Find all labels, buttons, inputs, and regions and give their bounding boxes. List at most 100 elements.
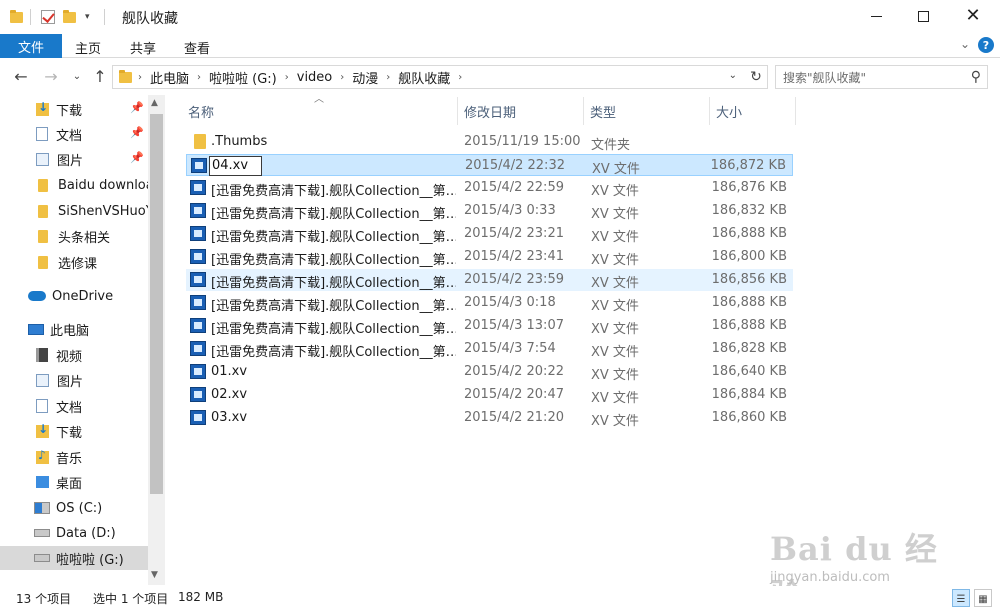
scroll-down-icon[interactable]: ▼ xyxy=(151,570,158,580)
file-row-hover[interactable]: [迅雷免费高清下载].舰队Collection__第… 2015/4/2 23:… xyxy=(186,269,793,291)
breadcrumb-video[interactable]: video xyxy=(297,70,333,85)
file-row[interactable]: [迅雷免费高清下载].舰队Collection__第… 2015/4/3 0:1… xyxy=(186,292,793,314)
file-row[interactable]: [迅雷免费高清下载].舰队Collection__第… 2015/4/2 23:… xyxy=(186,223,793,245)
forward-arrow-icon[interactable]: → xyxy=(40,67,62,86)
up-arrow-icon[interactable]: ↑ xyxy=(89,67,111,86)
sidebar-item-pc-downloads[interactable]: 下载 xyxy=(0,419,148,443)
minimize-button[interactable] xyxy=(853,0,899,32)
tab-share[interactable]: 共享 xyxy=(130,38,156,57)
column-header-date[interactable]: 修改日期 xyxy=(458,97,584,125)
item-count: 13 个项目 xyxy=(16,592,72,606)
file-type: XV 文件 xyxy=(591,207,639,222)
expand-ribbon-icon[interactable]: ⌄ xyxy=(960,37,970,51)
new-folder-icon[interactable] xyxy=(63,9,76,25)
sidebar-item-pictures[interactable]: 图片 📌 xyxy=(0,147,148,171)
sidebar-item-music[interactable]: 音乐 xyxy=(0,445,148,469)
xv-file-icon xyxy=(190,180,206,195)
sidebar-item-toutiao[interactable]: 头条相关 xyxy=(0,224,148,248)
pictures-icon xyxy=(36,152,49,166)
file-type: XV 文件 xyxy=(591,253,639,268)
file-row-selected[interactable]: 04.xv 2015/4/2 22:32 XV 文件 186,872 KB xyxy=(186,154,793,177)
file-row[interactable]: 02.xv 2015/4/2 20:47 XV 文件 186,884 KB xyxy=(186,384,793,406)
sidebar-item-this-pc[interactable]: 此电脑 xyxy=(0,317,148,341)
xv-file-icon xyxy=(190,410,206,425)
sidebar-item-label: 啦啦啦 (G:) xyxy=(56,552,124,568)
sidebar-item-videos[interactable]: 视频 xyxy=(0,343,148,367)
details-view-button[interactable]: ☰ xyxy=(952,589,970,607)
address-bar[interactable]: › 此电脑 › 啦啦啦 (G:) › video › 动漫 › 舰队收藏 › ⌄ xyxy=(112,65,768,89)
pin-icon[interactable]: 📌 xyxy=(130,126,144,139)
chevron-right-icon[interactable]: › xyxy=(285,72,289,83)
column-header-size[interactable]: 大小 xyxy=(710,97,796,125)
download-folder-icon xyxy=(36,422,49,438)
chevron-right-icon[interactable]: › xyxy=(138,72,142,83)
tab-file[interactable]: 文件 xyxy=(0,34,62,58)
pin-icon[interactable]: 📌 xyxy=(130,101,144,114)
folder-icon xyxy=(38,255,48,269)
file-date: 2015/11/19 15:00 xyxy=(464,134,581,149)
address-history-dropdown-icon[interactable]: ⌄ xyxy=(729,70,737,81)
large-icons-view-button[interactable]: ▦ xyxy=(974,589,992,607)
search-icon[interactable]: ⚲ xyxy=(971,69,981,85)
sidebar-item-pc-pictures[interactable]: 图片 xyxy=(0,368,148,392)
folder-icon xyxy=(194,134,206,149)
help-icon[interactable]: ? xyxy=(978,37,994,53)
back-arrow-icon[interactable]: ← xyxy=(10,67,32,86)
file-name: [迅雷免费高清下载].舰队Collection__第… xyxy=(211,184,456,199)
sidebar-item-downloads[interactable]: 下载 📌 xyxy=(0,97,148,121)
file-row[interactable]: [迅雷免费高清下载].舰队Collection__第… 2015/4/3 7:5… xyxy=(186,338,793,360)
sidebar-item-pc-documents[interactable]: 文档 xyxy=(0,394,148,418)
scroll-up-icon[interactable]: ▲ xyxy=(151,98,158,108)
sidebar-item-drive-g[interactable]: 啦啦啦 (G:) xyxy=(0,546,148,570)
breadcrumb-this-pc[interactable]: 此电脑 xyxy=(150,68,189,87)
baidu-jingyan-watermark: Bai du 经验 jingyan.baidu.com xyxy=(770,510,960,610)
tab-view[interactable]: 查看 xyxy=(184,38,210,57)
column-header-type[interactable]: 类型 xyxy=(584,97,710,125)
breadcrumb-drive-g[interactable]: 啦啦啦 (G:) xyxy=(209,68,277,87)
sidebar-item-drive-c[interactable]: OS (C:) xyxy=(0,496,148,520)
sidebar-item-sishen[interactable]: SiShenVSHuoY xyxy=(0,199,148,223)
scrollbar-thumb[interactable] xyxy=(150,114,163,494)
breadcrumb-current-folder[interactable]: 舰队收藏 xyxy=(398,68,450,87)
properties-check-icon[interactable] xyxy=(41,9,55,25)
pin-icon[interactable]: 📌 xyxy=(130,151,144,164)
file-row[interactable]: [迅雷免费高清下载].舰队Collection__第… 2015/4/3 13:… xyxy=(186,315,793,337)
file-row[interactable]: 01.xv 2015/4/2 20:22 XV 文件 186,640 KB xyxy=(186,361,793,383)
sidebar-scrollbar[interactable]: ▲ ▼ xyxy=(148,95,165,585)
column-header-name[interactable]: 名称 xyxy=(182,97,458,125)
file-row[interactable]: 03.xv 2015/4/2 21:20 XV 文件 186,860 KB xyxy=(186,407,793,429)
recent-locations-chevron-icon[interactable]: ⌄ xyxy=(66,71,88,82)
address-folder-icon xyxy=(119,69,132,83)
refresh-button[interactable]: ↻ xyxy=(745,65,768,89)
sidebar-item-label: 下载 xyxy=(56,103,83,119)
sidebar-item-onedrive[interactable]: OneDrive xyxy=(0,284,148,308)
chevron-right-icon[interactable]: › xyxy=(458,72,462,83)
file-row[interactable]: .Thumbs 2015/11/19 15:00 文件夹 xyxy=(186,131,793,153)
file-date: 2015/4/2 23:59 xyxy=(464,272,564,287)
sidebar-item-drive-d[interactable]: Data (D:) xyxy=(0,521,148,545)
drive-icon xyxy=(34,554,50,562)
sidebar-item-elective[interactable]: 选修课 xyxy=(0,250,148,274)
rename-input[interactable]: 04.xv xyxy=(209,156,262,176)
file-type: XV 文件 xyxy=(591,391,639,406)
sidebar-item-baidu-download[interactable]: Baidu download xyxy=(0,173,148,197)
chevron-right-icon[interactable]: › xyxy=(340,72,344,83)
chevron-right-icon[interactable]: › xyxy=(386,72,390,83)
file-row[interactable]: [迅雷免费高清下载].舰队Collection__第… 2015/4/2 23:… xyxy=(186,246,793,268)
sidebar-item-label: 选修课 xyxy=(58,256,98,272)
close-button[interactable]: ✕ xyxy=(950,0,996,32)
sidebar-item-label: 桌面 xyxy=(56,476,83,492)
file-row[interactable]: [迅雷免费高清下载].舰队Collection__第… 2015/4/2 22:… xyxy=(186,177,793,199)
xv-file-icon xyxy=(190,249,206,264)
chevron-right-icon[interactable]: › xyxy=(197,72,201,83)
sidebar-item-desktop[interactable]: 桌面 xyxy=(0,470,148,494)
file-row[interactable]: [迅雷免费高清下载].舰队Collection__第… 2015/4/3 0:3… xyxy=(186,200,793,222)
sidebar-item-label: 下载 xyxy=(56,425,83,441)
large-icons-view-icon: ▦ xyxy=(978,594,988,605)
search-input[interactable]: 搜索"舰队收藏" ⚲ xyxy=(775,65,988,89)
maximize-button[interactable] xyxy=(900,0,946,32)
customize-quick-access-dropdown[interactable]: ▾ xyxy=(85,9,90,25)
sidebar-item-documents[interactable]: 文档 📌 xyxy=(0,122,148,146)
tab-home[interactable]: 主页 xyxy=(75,38,101,57)
breadcrumb-anime[interactable]: 动漫 xyxy=(352,68,378,87)
